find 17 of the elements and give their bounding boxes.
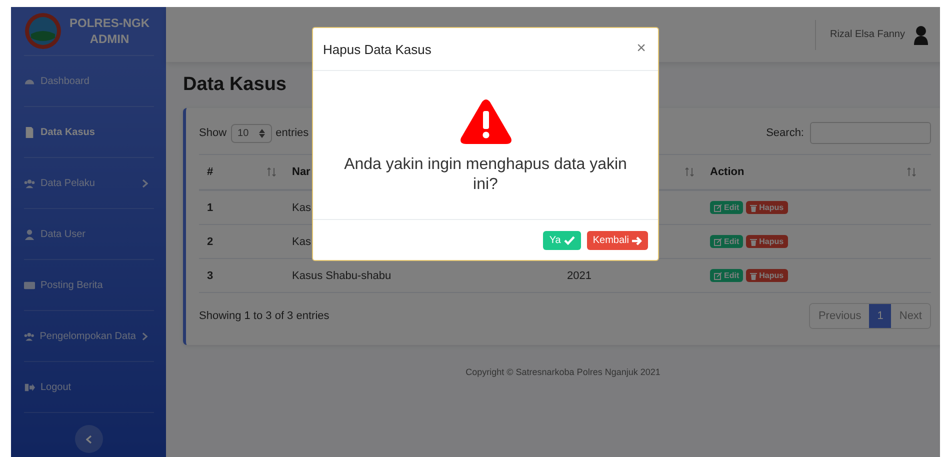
table-cell: 1 [207, 202, 214, 214]
copyright-text: Copyright © Satresnarkoba Polres Nganjuk 2021 [464, 367, 662, 377]
table-cell: Kasus Shabu-shabu [292, 270, 392, 282]
table-cell: 2021 [567, 270, 592, 282]
table-info: Showing 1 to 3 of 3 entries [199, 310, 330, 322]
dialog-message: Anda yakin ingin menghapus data yakin ini? [343, 155, 628, 195]
table-cell: Kas [292, 236, 311, 248]
brand-title: ADMIN [90, 31, 130, 47]
search-label: Search: [766, 127, 804, 139]
table-cell: 3 [207, 270, 214, 282]
dialog-title: Hapus Data Kasus [323, 42, 432, 56]
brand-title: POLRES-NGK [70, 15, 150, 31]
show-label: Show [199, 127, 227, 139]
table-cell: Kas [292, 202, 311, 214]
entries-label: entries [276, 127, 309, 139]
page-title: Data Kasus [183, 74, 288, 96]
table-cell: 2 [207, 236, 214, 248]
